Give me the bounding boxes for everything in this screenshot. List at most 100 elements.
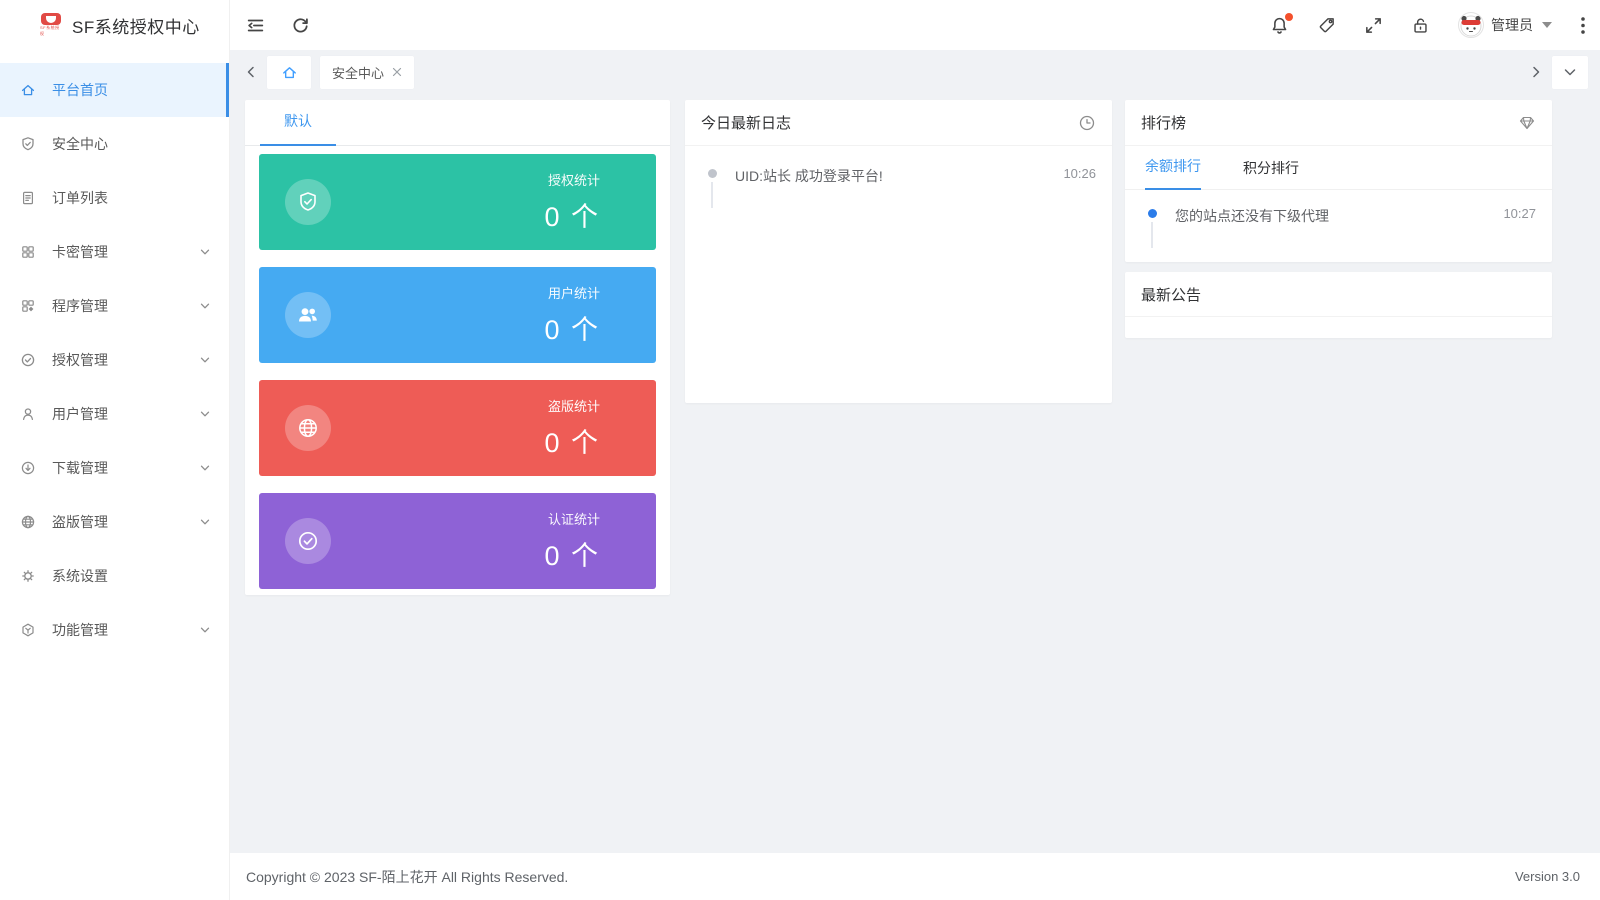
chevron-down-icon xyxy=(199,462,211,474)
home-icon xyxy=(281,64,298,81)
stat-cards: 授权统计 0 个 用户统计 0 个 盗版统计 0 个 xyxy=(245,146,670,597)
sidebar-item-label: 平台首页 xyxy=(52,80,211,100)
collapse-sidebar-icon[interactable] xyxy=(246,16,265,35)
rank-time: 10:27 xyxy=(1503,205,1536,221)
user-menu[interactable]: 管理员 xyxy=(1458,12,1552,38)
timeline-tail xyxy=(711,182,713,208)
top-header: 管理员 xyxy=(230,0,1600,50)
rank-text: 您的站点还没有下级代理 xyxy=(1175,205,1503,226)
panel-title: 排行榜 xyxy=(1141,112,1186,133)
close-icon[interactable] xyxy=(392,67,402,77)
clock-icon xyxy=(1078,114,1096,132)
order-list-icon xyxy=(20,190,36,206)
sidebar-item-label: 订单列表 xyxy=(52,188,211,208)
download-circle-icon xyxy=(20,460,36,476)
chevron-down-icon xyxy=(1563,65,1577,79)
stat-value: 0 个 xyxy=(544,534,600,573)
kebab-menu-icon[interactable] xyxy=(1580,16,1586,35)
fullscreen-icon[interactable] xyxy=(1364,16,1383,35)
chevron-down-icon xyxy=(199,516,211,528)
tabs-scroll-right-icon[interactable] xyxy=(1529,65,1543,79)
stat-card-piracy[interactable]: 盗版统计 0 个 xyxy=(259,380,656,476)
today-log-panel: 今日最新日志 UID:站长 成功登录平台! 10:26 xyxy=(685,100,1112,403)
avatar xyxy=(1458,12,1484,38)
tab-label: 安全中心 xyxy=(332,63,384,82)
sidebar-item-system-settings[interactable]: 系统设置 xyxy=(0,549,229,603)
sidebar-item-piracy-mgmt[interactable]: 盗版管理 xyxy=(0,495,229,549)
tab-security-center[interactable]: 安全中心 xyxy=(320,56,414,89)
stat-label: 认证统计 xyxy=(544,509,600,528)
stat-value: 0 个 xyxy=(544,421,600,460)
stat-value: 0 个 xyxy=(544,308,600,347)
timeline-dot xyxy=(1148,209,1157,218)
lock-icon[interactable] xyxy=(1411,16,1430,35)
sidebar-item-security-center[interactable]: 安全中心 xyxy=(0,117,229,171)
sidebar-menu: 平台首页 安全中心 订单列表 卡密管理 程序管理 授权管理 用户管理 xyxy=(0,50,229,657)
sidebar-item-platform-home[interactable]: 平台首页 xyxy=(0,63,229,117)
globe-icon xyxy=(20,514,36,530)
stat-card-users[interactable]: 用户统计 0 个 xyxy=(259,267,656,363)
sidebar-item-label: 程序管理 xyxy=(52,296,199,316)
sidebar-item-order-list[interactable]: 订单列表 xyxy=(0,171,229,225)
check-circle-icon xyxy=(20,352,36,368)
app-title: SF系统授权中心 xyxy=(72,13,200,38)
notice-panel: 最新公告 xyxy=(1125,272,1552,338)
footer: Copyright © 2023 SF-陌上花开 All Rights Rese… xyxy=(230,853,1600,900)
sidebar-item-user-mgmt[interactable]: 用户管理 xyxy=(0,387,229,441)
tab-balance-rank[interactable]: 余额排行 xyxy=(1145,156,1201,190)
home-icon xyxy=(20,82,36,98)
tag-icon[interactable] xyxy=(1317,16,1336,35)
sidebar-item-program-mgmt[interactable]: 程序管理 xyxy=(0,279,229,333)
log-text: UID:站长 成功登录平台! xyxy=(735,165,1063,186)
app-logo-icon: SF系统授权 xyxy=(40,13,62,37)
sidebar-item-label: 卡密管理 xyxy=(52,242,199,262)
stat-card-certification[interactable]: 认证统计 0 个 xyxy=(259,493,656,589)
tab-default[interactable]: 默认 xyxy=(260,111,336,146)
stat-value: 0 个 xyxy=(544,195,600,234)
tabs-scroll-left-icon[interactable] xyxy=(244,65,258,79)
log-time: 10:26 xyxy=(1063,165,1096,181)
copyright-text: Copyright © 2023 SF-陌上花开 All Rights Rese… xyxy=(246,867,568,887)
stats-panel-tabs: 默认 xyxy=(245,100,670,146)
user-name: 管理员 xyxy=(1491,15,1533,35)
sidebar-item-label: 系统设置 xyxy=(52,566,211,586)
sidebar-item-download-mgmt[interactable]: 下载管理 xyxy=(0,441,229,495)
stats-panel: 默认 授权统计 0 个 用户统计 0 个 盗 xyxy=(245,100,670,595)
globe-icon xyxy=(285,405,331,451)
sidebar-item-feature-mgmt[interactable]: 功能管理 xyxy=(0,603,229,657)
sidebar-item-label: 用户管理 xyxy=(52,404,199,424)
refresh-icon[interactable] xyxy=(291,16,310,35)
shield-check-icon xyxy=(20,136,36,152)
tab-home[interactable] xyxy=(267,56,311,89)
gear-icon xyxy=(20,568,36,584)
stat-card-authorization[interactable]: 授权统计 0 个 xyxy=(259,154,656,250)
panel-title: 最新公告 xyxy=(1141,284,1201,305)
ranking-panel: 排行榜 余额排行 积分排行 您的站点还没有下级代理 10:27 xyxy=(1125,100,1552,262)
notification-badge xyxy=(1285,13,1293,21)
stat-label: 用户统计 xyxy=(544,283,600,302)
tab-bar: 安全中心 xyxy=(230,50,1600,94)
hexagon-icon xyxy=(20,622,36,638)
tabs-menu-dropdown[interactable] xyxy=(1552,56,1588,89)
grid-icon xyxy=(20,244,36,260)
user-icon xyxy=(20,406,36,422)
caret-down-icon xyxy=(1542,22,1552,28)
timeline-tail xyxy=(1151,222,1153,248)
chevron-down-icon xyxy=(199,624,211,636)
sidebar-item-card-key-mgmt[interactable]: 卡密管理 xyxy=(0,225,229,279)
tab-points-rank[interactable]: 积分排行 xyxy=(1243,158,1299,190)
stat-label: 授权统计 xyxy=(544,170,600,189)
logo-row: SF系统授权 SF系统授权中心 xyxy=(0,0,229,50)
chevron-down-icon xyxy=(199,300,211,312)
check-circle-icon xyxy=(285,518,331,564)
sidebar-item-label: 下载管理 xyxy=(52,458,199,478)
chevron-down-icon xyxy=(199,246,211,258)
sidebar-item-label: 盗版管理 xyxy=(52,512,199,532)
panel-title: 今日最新日志 xyxy=(701,112,791,133)
rank-entry: 您的站点还没有下级代理 10:27 xyxy=(1125,190,1552,248)
log-entry: UID:站长 成功登录平台! 10:26 xyxy=(685,146,1112,208)
bell-icon[interactable] xyxy=(1270,16,1289,35)
shield-check-icon xyxy=(285,179,331,225)
stat-label: 盗版统计 xyxy=(544,396,600,415)
sidebar-item-license-mgmt[interactable]: 授权管理 xyxy=(0,333,229,387)
